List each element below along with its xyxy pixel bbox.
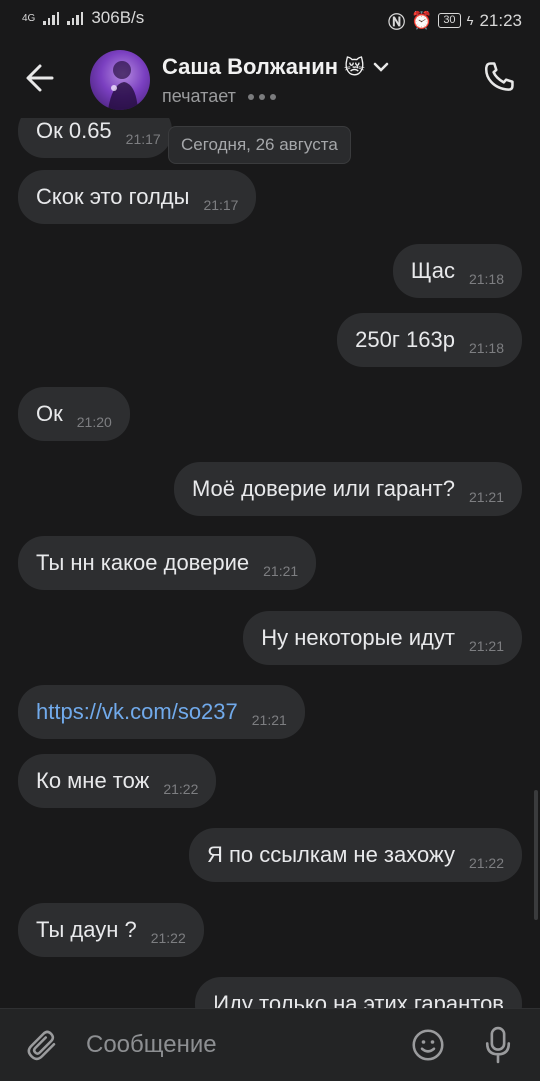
avatar[interactable] (90, 50, 150, 110)
message-time: 21:17 (125, 131, 161, 147)
message-text: 250г 163р (355, 327, 455, 352)
status-bar: 4G 306B/s Ⓝ ⏰ 30 ϟ 21:23 (0, 0, 540, 36)
message-text: Ок (36, 401, 63, 426)
message-outgoing[interactable]: Щас 21:18 (392, 244, 522, 298)
message-incoming[interactable]: Ты нн какое доверие 21:21 (18, 536, 317, 590)
microphone-icon[interactable] (482, 1025, 514, 1065)
message-incoming[interactable]: Ты даун ? 21:22 (18, 903, 204, 957)
emoji-icon[interactable] (410, 1027, 446, 1063)
charging-icon: ϟ (466, 13, 474, 28)
typing-dots-icon (247, 93, 276, 100)
message-outgoing[interactable]: 250г 163р 21:18 (337, 313, 522, 367)
message-incoming[interactable]: https://vk.com/so237 21:21 (18, 685, 305, 739)
message-incoming[interactable]: Ок 21:20 (18, 387, 130, 441)
status-left: 4G 306B/s (22, 8, 144, 28)
message-time: 21:20 (76, 414, 112, 430)
message-time: 21:21 (251, 712, 287, 728)
typing-status: печатает (162, 86, 276, 107)
nfc-icon: Ⓝ (388, 13, 406, 32)
message-time: 21:21 (468, 638, 504, 654)
battery-icon: 30 (438, 13, 461, 28)
message-link[interactable]: https://vk.com/so237 (36, 699, 238, 725)
message-incoming[interactable]: Ок 0.65 21:17 (18, 118, 172, 158)
message-outgoing[interactable]: Ну некоторые идут 21:21 (243, 611, 522, 665)
message-text: Ко мне тож (36, 768, 150, 793)
message-text: Ну некоторые идут (261, 625, 455, 650)
message-incoming[interactable]: Скок это голды 21:17 (18, 170, 257, 224)
back-arrow-icon[interactable] (22, 60, 62, 96)
message-text: Я по ссылкам не захожу (206, 842, 455, 867)
message-time: 21:22 (163, 781, 199, 797)
message-outgoing[interactable]: Я по ссылкам не захожу 21:22 (188, 828, 522, 882)
message-text: Щас (410, 258, 455, 283)
clock: 21:23 (479, 10, 522, 30)
message-text: Ты даун ? (36, 917, 137, 942)
message-input-bar: Сообщение (0, 1008, 540, 1081)
message-outgoing[interactable]: Иду только на этих гарантов (195, 977, 522, 1008)
phone-icon[interactable] (480, 58, 518, 96)
message-time: 21:22 (150, 930, 186, 946)
network-type-label: 4G (22, 12, 36, 24)
message-time: 21:22 (468, 855, 504, 871)
date-divider: Сегодня, 26 августа (168, 126, 351, 164)
signal-2-icon (67, 11, 84, 25)
paperclip-icon[interactable] (24, 1027, 60, 1063)
typing-status-text: печатает (162, 86, 236, 106)
message-time: 21:18 (468, 340, 504, 356)
chevron-down-icon[interactable] (371, 57, 391, 77)
message-outgoing[interactable]: Моё доверие или гарант? 21:21 (173, 462, 522, 516)
message-list[interactable]: Ок 0.65 21:17 Сегодня, 26 августа Скок э… (0, 118, 540, 1008)
message-text: Иду только на этих гарантов (213, 991, 504, 1008)
message-text: Моё доверие или гарант? (191, 476, 455, 501)
message-text: Ты нн какое доверие (36, 550, 250, 575)
message-input[interactable]: Сообщение (86, 1031, 217, 1059)
contact-name[interactable]: Саша Волжанин 😿 (162, 54, 391, 80)
signal-icon (43, 11, 60, 25)
alarm-icon: ⏰ (411, 10, 433, 30)
message-text: Ок 0.65 (36, 118, 112, 143)
crying-cat-emoji: 😿 (344, 56, 365, 79)
chat-header: Саша Волжанин 😿 печатает (0, 36, 540, 118)
message-time: 21:18 (468, 271, 504, 287)
message-time: 21:21 (263, 563, 299, 579)
status-right: Ⓝ ⏰ 30 ϟ 21:23 (388, 8, 522, 33)
message-time: 21:17 (203, 197, 239, 213)
message-text: Скок это голды (36, 184, 190, 209)
scrollbar[interactable] (534, 790, 538, 920)
contact-name-text: Саша Волжанин (162, 54, 339, 79)
network-speed: 306B/s (91, 8, 145, 27)
message-time: 21:21 (468, 489, 504, 505)
message-incoming[interactable]: Ко мне тож 21:22 (18, 754, 217, 808)
